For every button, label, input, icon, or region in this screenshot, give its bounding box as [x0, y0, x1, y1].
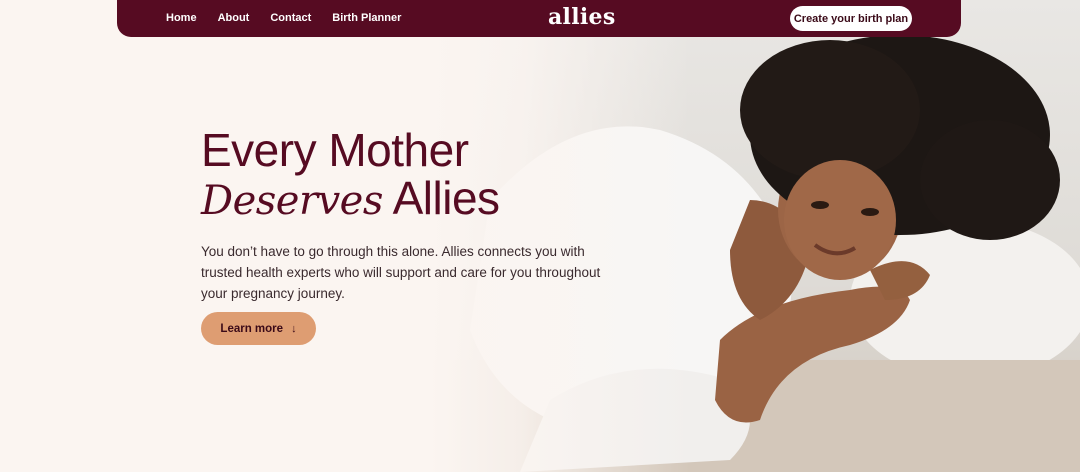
top-navbar: Home About Contact Birth Planner allies …	[117, 0, 961, 37]
nav-link-contact[interactable]: Contact	[270, 12, 311, 24]
hero-section: Every Mother Deserves Allies You don’t h…	[201, 126, 621, 304]
hero-title-line1: Every Mother	[201, 124, 469, 176]
hero-description: You don’t have to go through this alone.…	[201, 244, 601, 301]
hero-title-end: Allies	[392, 172, 500, 224]
nav-link-about[interactable]: About	[218, 12, 250, 24]
hero-title-italic: Deserves	[201, 178, 383, 224]
learn-more-button[interactable]: Learn more ↓	[201, 312, 316, 345]
arrow-down-icon: ↓	[291, 322, 297, 335]
hero-title: Every Mother Deserves Allies	[201, 126, 621, 225]
nav-link-home[interactable]: Home	[166, 12, 197, 24]
hero-title-line2: Deserves Allies	[201, 174, 621, 225]
learn-more-label: Learn more	[220, 322, 284, 335]
nav-links: Home About Contact Birth Planner	[166, 12, 422, 24]
create-birth-plan-button[interactable]: Create your birth plan	[790, 6, 912, 31]
brand-logo[interactable]: allies	[548, 4, 616, 30]
nav-link-birth-planner[interactable]: Birth Planner	[332, 12, 401, 24]
